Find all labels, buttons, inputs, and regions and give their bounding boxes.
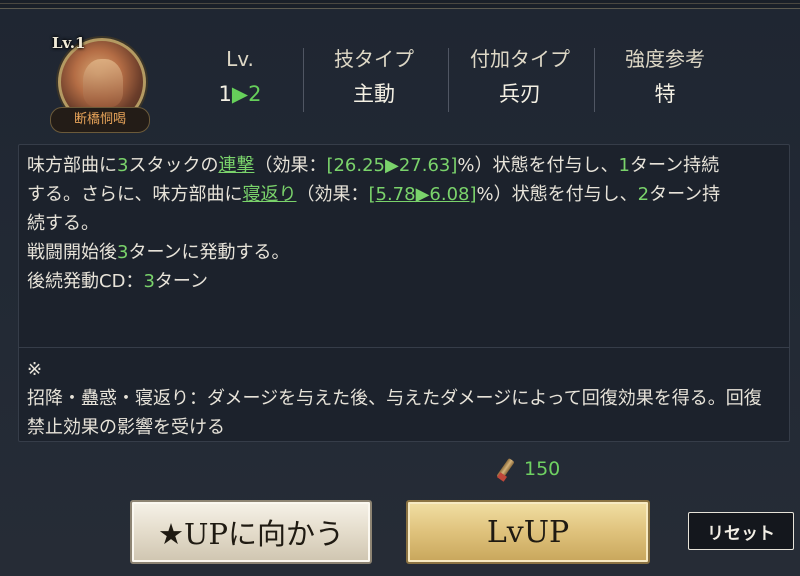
stat-level-label: Lv. [226, 47, 254, 71]
stat-added-type-value: 兵刃 [499, 82, 541, 106]
top-frame-border [0, 0, 800, 9]
note-line: 禁止効果の影響を受ける [27, 417, 225, 438]
desc-text: ターン [154, 271, 208, 292]
status-link-rengeki[interactable]: 連撃 [218, 155, 254, 176]
description-line: 後続発動CD：3ターン [27, 267, 783, 296]
desc-number: 3 [117, 242, 129, 263]
level-arrow: ▶ [231, 82, 249, 106]
stat-skill-type-value: 主動 [353, 82, 395, 106]
description-divider [19, 347, 789, 348]
desc-number: 1 [618, 155, 630, 176]
desc-number: 3 [117, 155, 129, 176]
desc-number: [5.78▶6.08] [368, 184, 477, 205]
skill-description-panel: 味方部曲に3スタックの連撃（効果：[26.25▶27.63]%）状態を付与し、1… [18, 144, 790, 442]
stat-divider [594, 48, 595, 112]
stat-level-value: 1▶2 [180, 78, 300, 110]
desc-text: （効果： [254, 155, 327, 176]
desc-text: （効果： [296, 184, 369, 205]
skill-name: 断橋恫喝 [50, 107, 150, 133]
level-to: 2 [248, 82, 262, 106]
desc-text: ターンに発動する。 [128, 242, 290, 263]
skill-description: 味方部曲に3スタックの連撃（効果：[26.25▶27.63]%）状態を付与し、1… [27, 151, 783, 296]
note-line: 招降・蠱惑・寝返り：ダメージを与えた後、与えたダメージによって回復効果を得る。回… [27, 388, 762, 409]
desc-text: する。さらに、味方部曲に [27, 184, 243, 205]
stat-divider [303, 48, 304, 112]
description-line: 味方部曲に3スタックの連撃（効果：[26.25▶27.63]%）状態を付与し、1… [27, 151, 783, 180]
stat-divider [448, 48, 449, 112]
cost-value: 150 [524, 458, 561, 480]
stat-strength: 強度参考 特 [605, 44, 725, 110]
skill-icon: Lv.1 断橋恫喝 [50, 32, 150, 133]
note-mark: ※ [27, 359, 43, 380]
reset-button[interactable]: リセット [688, 512, 794, 550]
lv-up-button[interactable]: LvUP [406, 500, 650, 564]
desc-text: 味方部曲に [27, 155, 117, 176]
desc-text: 戦闘開始後 [27, 242, 117, 263]
skill-note: ※ 招降・蠱惑・寝返り：ダメージを与えた後、与えたダメージによって回復効果を得る… [27, 355, 783, 442]
scroll-icon [494, 458, 516, 480]
stat-skill-type: 技タイプ 主動 [314, 44, 434, 110]
desc-text: ターン持 [649, 184, 721, 205]
description-line: 戦闘開始後3ターンに発動する。 [27, 238, 783, 267]
desc-number: 2 [637, 184, 650, 205]
desc-text: %）状態を付与し、 [476, 184, 638, 205]
upgrade-cost: 150 [494, 454, 560, 484]
stat-strength-value: 特 [654, 82, 676, 106]
stat-strength-label: 強度参考 [625, 47, 705, 71]
desc-text: ターン持続 [629, 155, 720, 176]
desc-text: スタックの [128, 155, 219, 176]
status-link-negaeri[interactable]: 寝返り [242, 184, 296, 205]
desc-number: 3 [143, 271, 155, 292]
stat-added-type: 付加タイプ 兵刃 [460, 44, 580, 110]
skill-level-badge: Lv.1 [52, 34, 86, 52]
description-line: 続する。 [27, 213, 99, 234]
description-line: する。さらに、味方部曲に寝返り（効果：[5.78▶6.08]%）状態を付与し、2… [27, 180, 783, 209]
star-up-button[interactable]: ★UPに向かう [130, 500, 372, 564]
stat-added-type-label: 付加タイプ [470, 47, 570, 71]
level-from: 1 [218, 82, 232, 106]
stat-level: Lv. 1▶2 [180, 44, 300, 110]
desc-text: 後続発動CD： [27, 271, 144, 292]
portrait-figure-icon [83, 59, 123, 107]
desc-text: %）状態を付与し、 [457, 155, 619, 176]
desc-number: [26.25▶27.63] [326, 155, 458, 176]
stat-skill-type-label: 技タイプ [334, 47, 414, 71]
